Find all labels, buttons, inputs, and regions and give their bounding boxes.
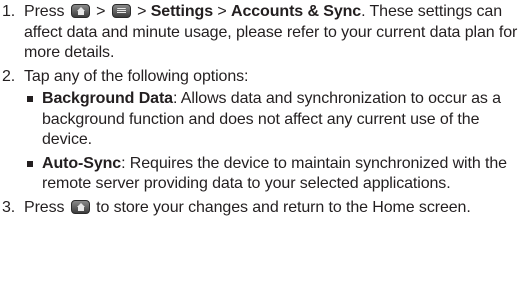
step-2: 2. Tap any of the following options: Bac… bbox=[2, 67, 522, 195]
option-term: Background Data bbox=[42, 90, 173, 107]
step-number: 3. bbox=[2, 198, 16, 216]
separator: > bbox=[96, 3, 106, 20]
separator: > bbox=[217, 3, 227, 20]
step-number: 2. bbox=[2, 67, 16, 85]
home-key-icon bbox=[70, 199, 90, 214]
square-bullet-icon bbox=[27, 160, 33, 167]
square-bullet-icon bbox=[27, 96, 33, 102]
step-2-text: Tap any of the following options: bbox=[24, 67, 249, 85]
options-list: Background Data: Allows data and synchro… bbox=[24, 89, 522, 195]
instructions-document: 1. Press > > Settings > Accounts & Sync.… bbox=[2, 2, 522, 218]
home-key-icon bbox=[70, 4, 90, 18]
step-3-press-text: Press bbox=[24, 198, 65, 216]
option-term: Auto-Sync bbox=[42, 154, 122, 172]
list-item-auto-sync: Auto-Sync: Requires the device to mainta… bbox=[24, 154, 522, 195]
step-1: 1. Press > > Settings > Accounts & Sync.… bbox=[2, 2, 522, 64]
settings-label: Settings bbox=[150, 3, 214, 20]
step-3: 3. Press to store your changes and retur… bbox=[2, 198, 522, 219]
step-number: 1. bbox=[2, 3, 16, 20]
step-3-description: to store your changes and return to the … bbox=[96, 198, 471, 216]
list-item-background-data: Background Data: Allows data and synchro… bbox=[24, 89, 522, 151]
accounts-sync-label: Accounts & Sync bbox=[231, 3, 362, 20]
menu-key-icon bbox=[111, 4, 131, 18]
separator: > bbox=[137, 3, 147, 20]
step-1-press-text: Press bbox=[24, 3, 65, 20]
